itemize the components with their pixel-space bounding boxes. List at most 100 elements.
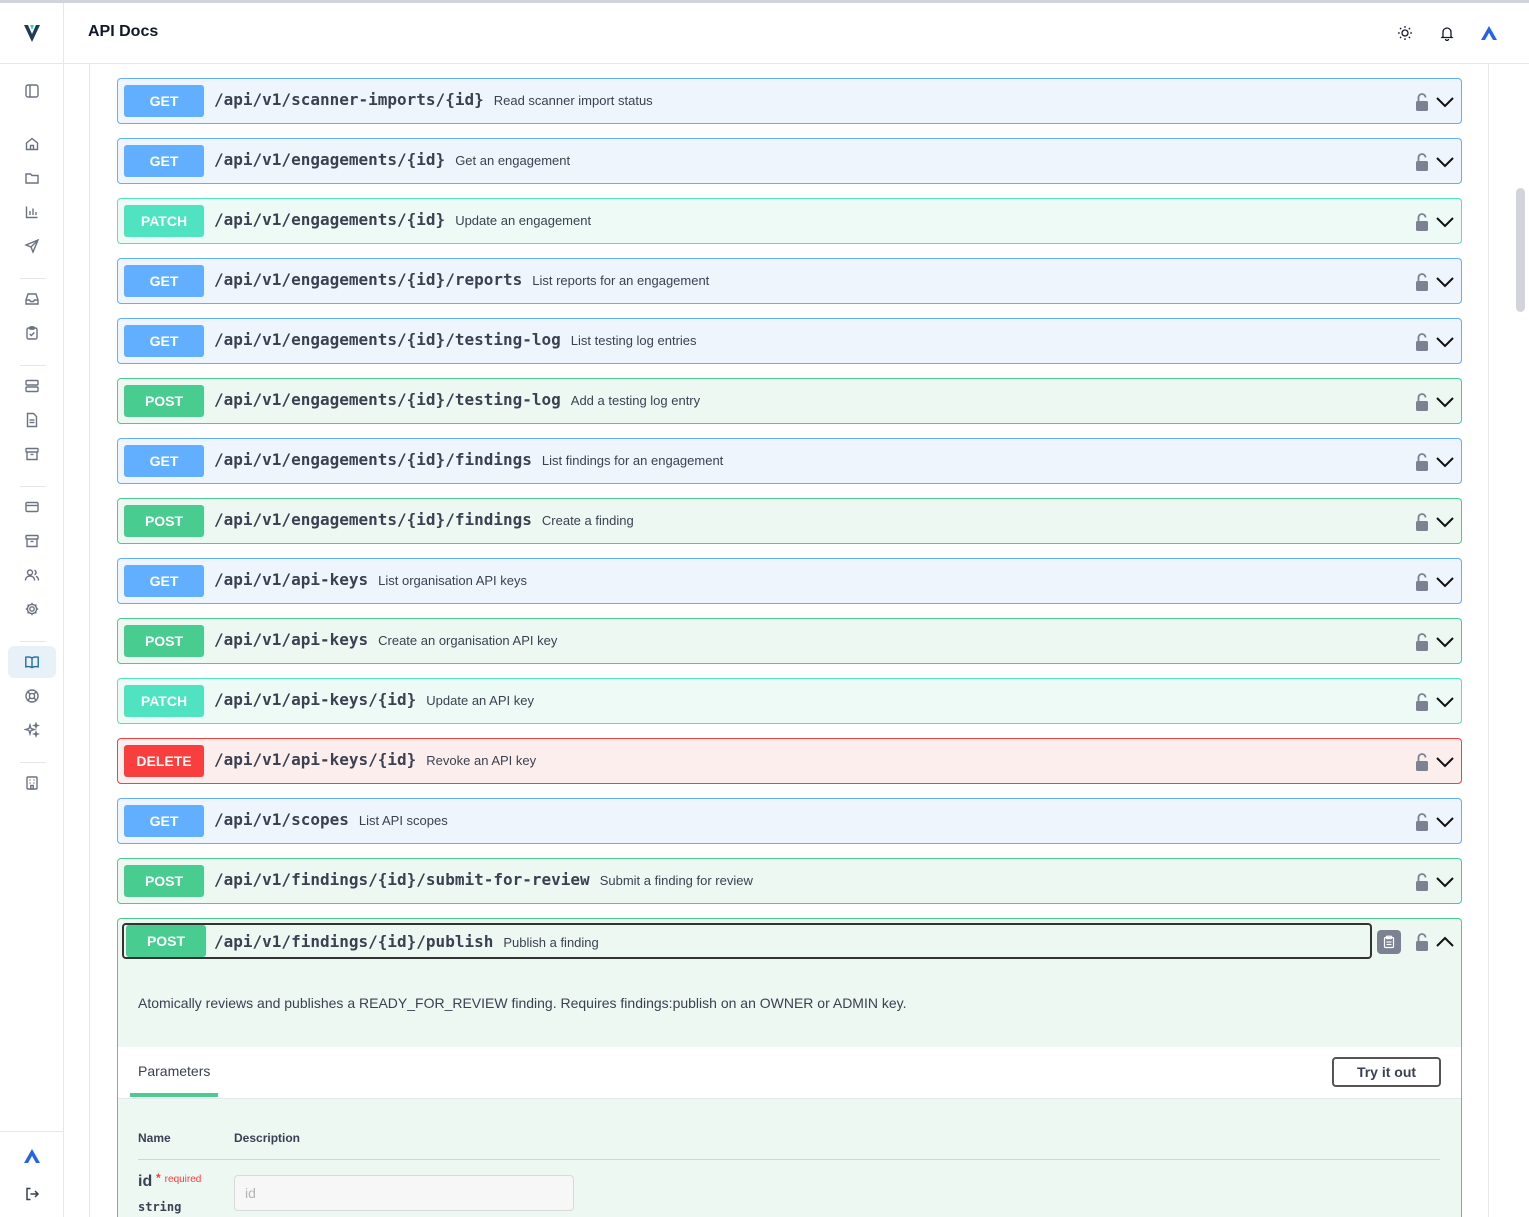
lock-icon[interactable] (1415, 332, 1429, 352)
chevron-down-icon[interactable] (1435, 453, 1455, 471)
sidebar-item-projects[interactable] (8, 162, 56, 194)
sidebar-item-servers[interactable] (8, 370, 56, 402)
sidebar-toggle-button[interactable] (8, 75, 56, 107)
operation-row[interactable]: PATCH/api/v1/engagements/{id} Update an e… (117, 198, 1462, 244)
chevron-down-icon[interactable] (1435, 753, 1455, 771)
operation-row[interactable]: GET/api/v1/scopes List API scopes (117, 798, 1462, 844)
chevron-down-icon[interactable] (1435, 213, 1455, 231)
app-logo[interactable] (0, 3, 63, 64)
method-badge: POST (124, 505, 204, 537)
clipboard-check-icon (26, 326, 38, 340)
operation-path: /api/v1/scanner-imports/{id} Read scanner… (214, 90, 653, 109)
chevron-down-icon[interactable] (1435, 393, 1455, 411)
chevron-down-icon[interactable] (1435, 153, 1455, 171)
chevron-down-icon[interactable] (1435, 693, 1455, 711)
lock-icon[interactable] (1415, 932, 1429, 952)
lock-icon[interactable] (1415, 92, 1429, 112)
param-name: id (138, 1173, 153, 1190)
chevron-down-icon[interactable] (1435, 93, 1455, 111)
operation-path-text: /api/v1/api-keys (214, 630, 369, 649)
sidebar-item-billing[interactable] (8, 491, 56, 523)
sidebar-item-api-docs[interactable] (8, 646, 56, 678)
account-brand-button[interactable] (1477, 21, 1501, 45)
lock-icon[interactable] (1415, 632, 1429, 652)
sidebar-item-home[interactable] (8, 128, 56, 160)
operation-row[interactable]: GET/api/v1/engagements/{id}/findings List… (117, 438, 1462, 484)
try-it-out-button[interactable]: Try it out (1332, 1057, 1441, 1087)
users-icon (24, 569, 40, 581)
copy-path-button[interactable] (1377, 930, 1401, 954)
method-badge: PATCH (124, 685, 204, 717)
operation-path-text: /api/v1/findings/{id}/publish (214, 932, 494, 951)
operation-summary: Get an engagement (455, 153, 571, 168)
chevron-down-icon[interactable] (1435, 873, 1455, 891)
lock-icon[interactable] (1415, 212, 1429, 232)
chevron-down-icon[interactable] (1435, 813, 1455, 831)
lock-icon[interactable] (1415, 572, 1429, 592)
lock-icon[interactable] (1415, 692, 1429, 712)
operation-row[interactable]: POST/api/v1/engagements/{id}/findings Cre… (117, 498, 1462, 544)
sidebar-item-settings[interactable] (8, 593, 56, 625)
param-type: string (138, 1200, 182, 1214)
sidebar-item-organisation[interactable] (8, 767, 56, 799)
logout-button[interactable] (8, 1178, 56, 1210)
method-badge: GET (124, 805, 204, 837)
sidebar-item-send[interactable] (8, 230, 56, 262)
sidebar-item-ai[interactable] (8, 714, 56, 746)
operation-row[interactable]: DELETE/api/v1/api-keys/{id} Revoke an API… (117, 738, 1462, 784)
required-label: required (164, 1174, 202, 1185)
chevron-up-icon[interactable] (1435, 933, 1455, 951)
lock-icon[interactable] (1415, 512, 1429, 532)
operation-path: /api/v1/findings/{id}/publish Publish a f… (214, 932, 599, 951)
chevron-down-icon[interactable] (1435, 333, 1455, 351)
operation-path-text: /api/v1/api-keys/{id} (214, 750, 417, 769)
page-title: API Docs (88, 23, 159, 40)
operation-path: /api/v1/engagements/{id}/testing-log Add … (214, 390, 700, 409)
theme-toggle-button[interactable] (1393, 21, 1417, 45)
operation-row[interactable]: GET/api/v1/engagements/{id} Get an engage… (117, 138, 1462, 184)
lock-icon[interactable] (1415, 752, 1429, 772)
chevron-down-icon[interactable] (1435, 513, 1455, 531)
sidebar-item-support[interactable] (8, 680, 56, 712)
operation-path: /api/v1/api-keys Create an organisation A… (214, 630, 557, 649)
method-badge: POST (124, 385, 204, 417)
operation-row[interactable]: POST/api/v1/findings/{id}/submit-for-rev… (117, 858, 1462, 904)
param-id-input[interactable] (234, 1175, 574, 1211)
chevron-down-icon[interactable] (1435, 573, 1455, 591)
sidebar-item-analytics[interactable] (8, 196, 56, 228)
lock-icon[interactable] (1415, 392, 1429, 412)
lock-icon[interactable] (1415, 872, 1429, 892)
sidebar-item-tasks[interactable] (8, 317, 56, 349)
sidebar-item-inbox[interactable] (8, 283, 56, 315)
sidebar (0, 3, 64, 1217)
notifications-button[interactable] (1435, 21, 1459, 45)
operation-row[interactable]: POST/api/v1/api-keys Create an organisati… (117, 618, 1462, 664)
operation-row[interactable]: GET/api/v1/engagements/{id}/testing-log L… (117, 318, 1462, 364)
operation-row[interactable]: GET/api/v1/api-keys List organisation API… (117, 558, 1462, 604)
tab-parameters[interactable]: Parameters (138, 1063, 210, 1079)
chevron-down-icon[interactable] (1435, 633, 1455, 651)
operation-summary-bar[interactable]: POST /api/v1/findings/{id}/publish Publis… (122, 923, 1372, 959)
operation-row[interactable]: PATCH/api/v1/api-keys/{id} Update an API … (117, 678, 1462, 724)
operation-path-text: /api/v1/scopes (214, 810, 349, 829)
operation-path: /api/v1/api-keys/{id} Update an API key (214, 690, 534, 709)
operation-summary: Create a finding (541, 513, 634, 528)
sidebar-item-archive[interactable] (8, 438, 56, 470)
brand-link[interactable] (8, 1140, 56, 1172)
sidebar-divider (20, 486, 46, 487)
sidebar-item-users[interactable] (8, 559, 56, 591)
sidebar-item-documents[interactable] (8, 404, 56, 436)
scrollbar-thumb[interactable] (1516, 188, 1525, 312)
lock-icon[interactable] (1415, 152, 1429, 172)
building-icon (26, 776, 38, 790)
lock-icon[interactable] (1415, 812, 1429, 832)
operation-row[interactable]: GET/api/v1/engagements/{id}/reports List … (117, 258, 1462, 304)
chevron-down-icon[interactable] (1435, 273, 1455, 291)
sidebar-item-storage[interactable] (8, 525, 56, 557)
lock-icon[interactable] (1415, 452, 1429, 472)
lifebuoy-icon (25, 689, 39, 703)
operation-row[interactable]: GET/api/v1/scanner-imports/{id} Read scan… (117, 78, 1462, 124)
operation-summary: List findings for an engagement (541, 453, 724, 468)
lock-icon[interactable] (1415, 272, 1429, 292)
operation-row[interactable]: POST/api/v1/engagements/{id}/testing-log… (117, 378, 1462, 424)
